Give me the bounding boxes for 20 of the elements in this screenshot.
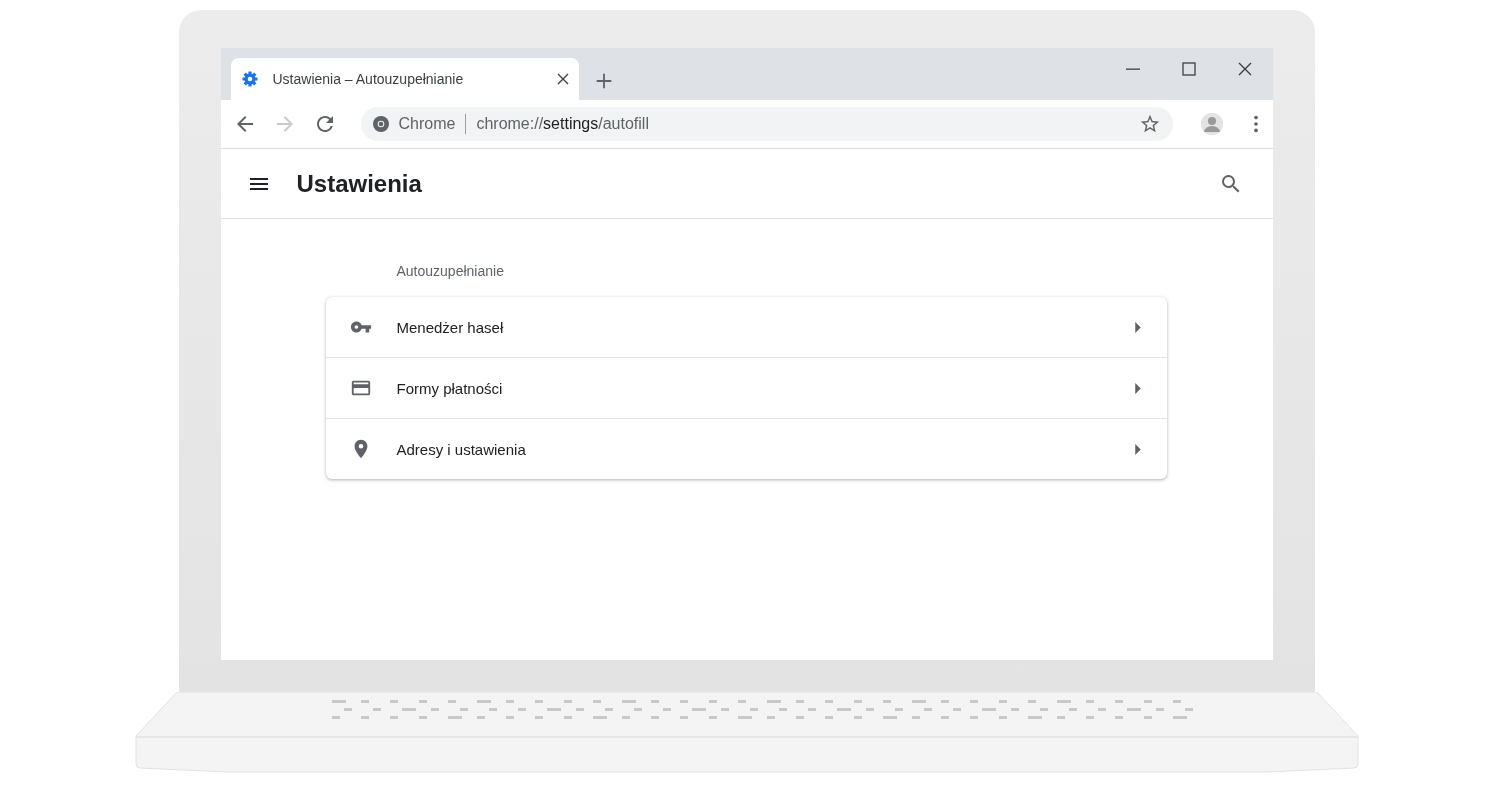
page-title: Ustawienia [296, 169, 423, 198]
chevron-right-icon [1134, 443, 1141, 455]
chevron-right-icon [1134, 321, 1141, 333]
profile-avatar[interactable] [1200, 113, 1223, 135]
chevron-right-icon [1134, 382, 1141, 394]
settings-icon [240, 70, 259, 88]
settings-item-label[interactable]: Menedżer haseł [396, 318, 1135, 336]
tab-title: Ustawienia – Autouzupełnianie [272, 71, 465, 87]
settings-item-label[interactable]: Adresy i ustawienia [396, 440, 1135, 458]
site-label: Chrome [398, 115, 456, 133]
address-bar[interactable]: Chrome chrome://settings/autofill [360, 107, 1173, 141]
url-text[interactable]: chrome://settings/autofill [476, 115, 1129, 133]
browser-tab[interactable]: Ustawienia – Autouzupełnianie [230, 58, 579, 100]
section-heading: Autouzupełnianie [396, 263, 505, 281]
bookmark-star-icon[interactable] [1138, 113, 1161, 135]
settings-item-label[interactable]: Formy płatności [396, 379, 1135, 397]
browser-logo-icon [372, 116, 389, 132]
close-tab-icon[interactable] [556, 73, 569, 85]
close-icon[interactable] [1237, 62, 1252, 76]
maximize-icon[interactable] [1181, 62, 1196, 76]
